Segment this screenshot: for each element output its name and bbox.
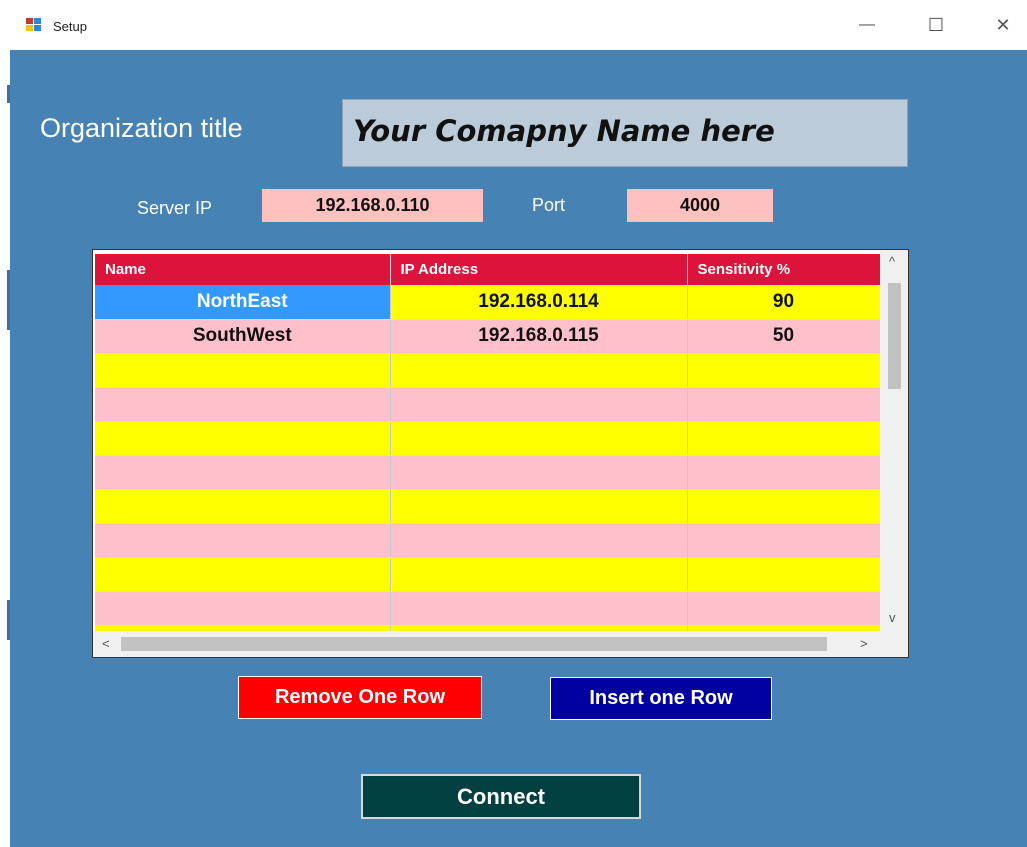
minimize-icon: — — [859, 16, 875, 33]
cell-ip-address[interactable] — [390, 523, 688, 558]
table-row[interactable]: SouthWest 192.168.0.115 50 — [95, 319, 881, 354]
cell-name[interactable] — [95, 523, 391, 558]
organization-title-input[interactable]: Your Comapny Name here — [342, 99, 908, 167]
cell-ip-address[interactable]: 192.168.0.114 — [390, 285, 688, 320]
cell-name[interactable] — [95, 387, 391, 422]
cell-name[interactable] — [95, 591, 391, 626]
cell-sensitivity[interactable] — [687, 421, 881, 456]
table-row[interactable] — [95, 591, 881, 626]
column-header-name[interactable]: Name — [95, 254, 391, 285]
table-row[interactable] — [95, 421, 881, 456]
cell-ip-address[interactable] — [390, 455, 688, 490]
remove-row-button[interactable]: Remove One Row — [238, 676, 482, 719]
minimize-button[interactable]: — — [844, 10, 890, 40]
cell-sensitivity[interactable] — [687, 387, 881, 422]
cell-name[interactable] — [95, 353, 391, 388]
grid-table: Name IP Address Sensitivity % NorthEast 1… — [95, 254, 881, 657]
server-ip-input[interactable]: 192.168.0.110 — [262, 189, 483, 222]
cell-sensitivity[interactable] — [687, 489, 881, 524]
horizontal-scrollbar[interactable]: < > — [93, 631, 880, 657]
maximize-button[interactable]: ☐ — [913, 10, 959, 40]
scroll-left-icon[interactable]: < — [102, 636, 110, 651]
table-row[interactable] — [95, 455, 881, 490]
horizontal-scroll-thumb[interactable] — [121, 637, 827, 651]
cell-sensitivity[interactable]: 90 — [687, 285, 881, 320]
cell-ip-address[interactable] — [390, 387, 688, 422]
close-icon: ✕ — [995, 14, 1011, 35]
cell-sensitivity[interactable] — [687, 523, 881, 558]
scroll-up-icon[interactable]: ^ — [889, 254, 895, 269]
cell-ip-address[interactable]: 192.168.0.115 — [390, 319, 688, 354]
cell-name[interactable] — [95, 557, 391, 592]
cell-sensitivity[interactable] — [687, 557, 881, 592]
setup-window: Setup — ☐ ✕ Organization title Your Coma… — [10, 0, 1027, 847]
cell-ip-address[interactable] — [390, 591, 688, 626]
port-input[interactable]: 4000 — [627, 189, 773, 222]
cell-name[interactable]: SouthWest — [95, 319, 391, 354]
cell-sensitivity[interactable] — [687, 591, 881, 626]
cell-ip-address[interactable] — [390, 557, 688, 592]
cell-sensitivity[interactable] — [687, 455, 881, 490]
column-header-sensitivity[interactable]: Sensitivity % — [687, 254, 881, 285]
vertical-scroll-thumb[interactable] — [888, 283, 901, 389]
vertical-scrollbar[interactable]: ^ v — [880, 250, 908, 631]
port-label: Port — [532, 195, 566, 215]
grid-body: NorthEast 192.168.0.114 90 SouthWest 192.168… — [95, 285, 881, 657]
cell-name[interactable] — [95, 455, 391, 490]
window-left-edge — [0, 0, 10, 847]
maximize-icon: ☐ — [927, 14, 945, 35]
title-bar: Setup — ☐ ✕ — [10, 0, 1027, 50]
grid-header-row: Name IP Address Sensitivity % — [95, 254, 881, 285]
cell-ip-address[interactable] — [390, 489, 688, 524]
scroll-down-icon[interactable]: v — [889, 610, 896, 625]
server-ip-label: Server IP — [137, 198, 213, 218]
cell-sensitivity[interactable] — [687, 353, 881, 388]
table-row[interactable]: NorthEast 192.168.0.114 90 — [95, 285, 881, 320]
table-row[interactable] — [95, 557, 881, 592]
insert-row-button[interactable]: Insert one Row — [550, 677, 772, 720]
connect-button[interactable]: Connect — [361, 774, 641, 819]
cell-ip-address[interactable] — [390, 421, 688, 456]
window-title: Setup — [53, 19, 87, 34]
table-row[interactable] — [95, 353, 881, 388]
cell-name[interactable]: NorthEast — [95, 285, 391, 320]
close-button[interactable]: ✕ — [980, 10, 1026, 40]
app-icon — [26, 18, 42, 32]
scrollbar-corner — [880, 631, 908, 657]
scroll-right-icon[interactable]: > — [860, 636, 868, 651]
table-row[interactable] — [95, 523, 881, 558]
organization-title-label: Organization title — [40, 113, 243, 143]
cell-name[interactable] — [95, 489, 391, 524]
table-row[interactable] — [95, 489, 881, 524]
column-header-ip-address[interactable]: IP Address — [390, 254, 688, 285]
cell-ip-address[interactable] — [390, 353, 688, 388]
sensor-grid: Name IP Address Sensitivity % NorthEast 1… — [92, 249, 909, 658]
cell-name[interactable] — [95, 421, 391, 456]
table-row[interactable] — [95, 387, 881, 422]
cell-sensitivity[interactable]: 50 — [687, 319, 881, 354]
